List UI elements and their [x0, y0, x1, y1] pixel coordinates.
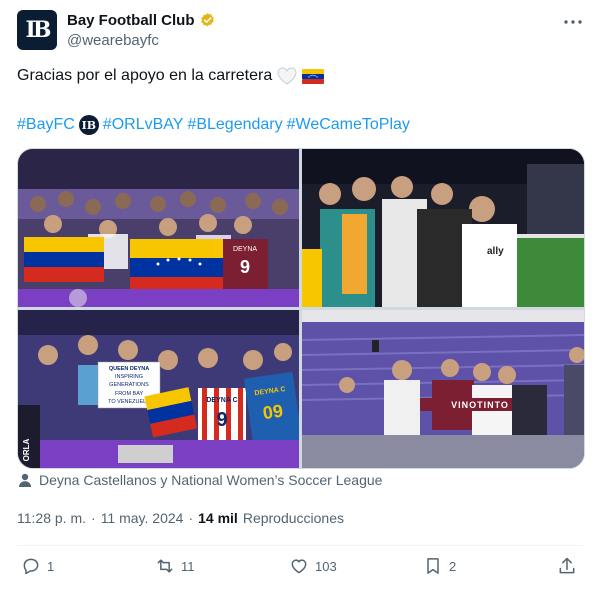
sign-line-3: GENERATIONS: [109, 382, 149, 388]
tweet-text-body: Gracias por el apoyo en la carretera: [17, 67, 273, 84]
reply-count: 1: [47, 558, 55, 574]
sign-line-1: QUEEN DEYNA: [109, 366, 149, 372]
tagged-people[interactable]: Deyna Castellanos y National Women’s Soc…: [17, 472, 382, 488]
photo-2[interactable]: ally: [302, 149, 584, 307]
views-label: Reproducciones: [242, 510, 344, 526]
repost-button[interactable]: 11: [155, 556, 195, 576]
repost-count: 11: [181, 558, 195, 574]
hashtag-bayfc[interactable]: #BayFC: [17, 116, 75, 134]
share-button[interactable]: [557, 556, 577, 576]
tweet-date[interactable]: 11 may. 2024: [101, 510, 184, 526]
author-name-row[interactable]: Bay Football Club: [67, 12, 216, 29]
bookmark-count: 2: [449, 558, 457, 574]
sign-line-2: INSPIRING: [115, 374, 143, 380]
tweet-time[interactable]: 11:28 p. m.: [17, 510, 86, 526]
meta-separator: ·: [91, 510, 96, 526]
heart-icon: [291, 559, 307, 574]
bookmark-button[interactable]: 2: [423, 556, 456, 576]
author-name[interactable]: Bay Football Club: [67, 12, 195, 29]
views-count: 14 mil: [198, 510, 238, 526]
sign-line-5: TO VENEZUELA: [108, 399, 150, 405]
bookmark-icon: [427, 558, 439, 574]
media-grid: DEYNA 9 ally QUEEN DEYNA INSPIRING GENER…: [17, 148, 585, 469]
photo-3[interactable]: QUEEN DEYNA INSPIRING GENERATIONS FROM B…: [18, 310, 299, 468]
jersey2-number-text: 09: [262, 401, 285, 424]
tagged-text[interactable]: Deyna Castellanos y National Women’s Soc…: [39, 472, 382, 488]
jersey1-number-text: 9: [216, 409, 227, 431]
more-options-icon[interactable]: [563, 12, 583, 32]
photo-fans-flags-image: DEYNA 9: [18, 149, 299, 307]
scarf-text: VINOTINTO: [451, 400, 509, 410]
photo-player-hug-image: ally: [302, 149, 584, 307]
action-bar: 1 11 103 2: [17, 556, 583, 582]
avatar-logo: IB: [25, 17, 52, 43]
reply-button[interactable]: 1: [21, 556, 54, 576]
tweet-text: Gracias por el apoyo en la carretera: [17, 67, 325, 85]
shirt-sponsor-text: ally: [487, 246, 504, 257]
sign-line-4: FROM BAY: [115, 391, 144, 397]
hashtag-blegendary[interactable]: #BLegendary: [187, 116, 282, 134]
white-heart-emoji: [277, 67, 297, 85]
author-handle[interactable]: @wearebayfc: [67, 32, 159, 49]
photo-1[interactable]: DEYNA 9: [18, 149, 299, 307]
photo-fans-signs-image: QUEEN DEYNA INSPIRING GENERATIONS FROM B…: [18, 310, 299, 468]
divider: [17, 545, 583, 546]
tweet-meta: 11:28 p. m. · 11 may. 2024 · 14 mil Repr…: [17, 510, 344, 526]
person-icon: [19, 473, 31, 487]
venezuela-flag-emoji: [302, 68, 325, 84]
verified-badge-icon: [200, 13, 214, 27]
like-button[interactable]: 103: [289, 556, 337, 576]
like-count: 103: [315, 558, 337, 574]
reply-icon: [23, 558, 39, 575]
repost-icon: [157, 559, 173, 573]
photo-4[interactable]: VINOTINTO: [302, 310, 584, 468]
hashtag-wecametoplay[interactable]: #WeCameToPlay: [287, 116, 410, 134]
jersey-name-text: DEYNA: [233, 246, 257, 253]
avatar[interactable]: IB: [17, 10, 57, 50]
side-banner-text: ORLA: [22, 438, 31, 461]
share-icon: [559, 557, 575, 574]
hashtags-row: #BayFC IB #ORLvBAY #BLegendary #WeCameTo…: [17, 115, 410, 135]
jersey-number-text: 9: [240, 257, 250, 277]
photo-selfie-image: VINOTINTO: [302, 310, 584, 468]
hashtag-orlvbay[interactable]: #ORLvBAY: [103, 116, 184, 134]
meta-separator-2: ·: [188, 510, 194, 526]
bayfc-badge-icon: IB: [78, 115, 99, 135]
jersey1-name-text: DEYNA C: [206, 397, 237, 404]
